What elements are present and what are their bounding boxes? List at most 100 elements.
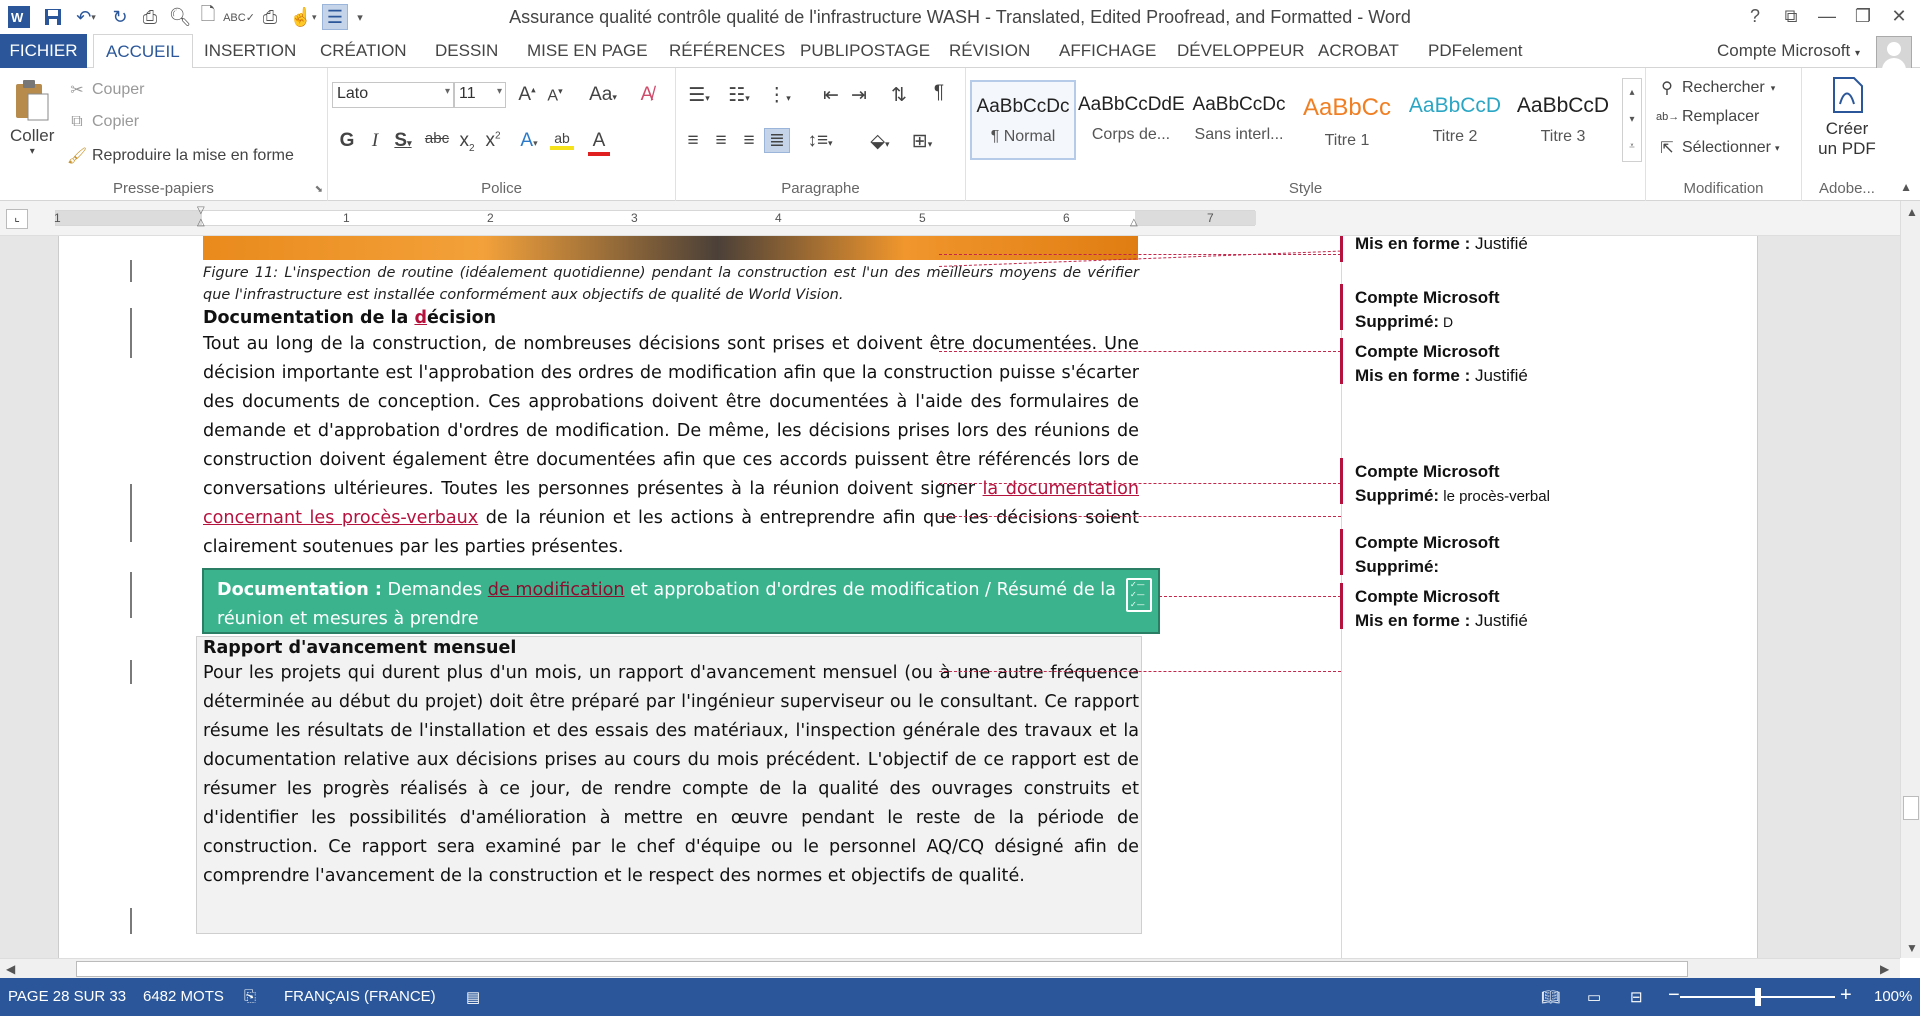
style-item[interactable]: AaBbCcDc Sans interl...: [1186, 80, 1292, 160]
bold-icon[interactable]: G: [334, 130, 360, 152]
highlight-color-icon[interactable]: ab: [550, 130, 574, 150]
superscript-icon[interactable]: x2: [480, 130, 506, 152]
styles-scroll[interactable]: ▴ ▾ ⩡: [1622, 78, 1642, 162]
create-pdf-button[interactable]: Créer un PDF: [1802, 76, 1892, 159]
bullets-icon[interactable]: ☰▾: [682, 84, 716, 107]
format-painter-button[interactable]: 🖌︎ Reproduire la mise en forme: [66, 146, 294, 166]
align-right-icon[interactable]: ≡: [736, 130, 762, 152]
clipboard-launcher-icon[interactable]: ⬊: [315, 184, 323, 195]
style-item[interactable]: AaBbCcD Titre 2: [1402, 80, 1508, 160]
text-effects-icon[interactable]: A▾: [516, 130, 542, 152]
line-spacing-icon[interactable]: ↕≡▾: [802, 130, 838, 152]
scroll-right-icon[interactable]: ▶: [1880, 962, 1889, 976]
borders-icon[interactable]: ⊞▾: [904, 130, 940, 153]
horizontal-scroll-thumb[interactable]: [76, 961, 1688, 977]
italic-icon[interactable]: I: [362, 130, 388, 152]
copy-button[interactable]: ⧉ Copier: [66, 113, 139, 131]
scroll-left-icon[interactable]: ◀: [6, 962, 15, 976]
style-item[interactable]: AaBbCcDc ¶ Normal: [970, 80, 1076, 160]
align-left-icon[interactable]: ≡: [680, 130, 706, 152]
tab-affichage[interactable]: AFFICHAGE: [1047, 34, 1168, 68]
tab-publipostage[interactable]: PUBLIPOSTAGE: [788, 34, 942, 68]
sort-icon[interactable]: ⇅: [886, 84, 912, 107]
first-line-indent-marker[interactable]: ▽: [197, 205, 205, 216]
language-indicator[interactable]: FRANÇAIS (FRANCE): [284, 988, 436, 1005]
read-mode-icon[interactable]: 📖︎: [1541, 988, 1560, 1006]
revision-comment[interactable]: Compte Microsoft Supprimé: le procès-ver…: [1355, 460, 1550, 509]
tab-revision[interactable]: RÉVISION: [937, 34, 1042, 68]
vertical-scrollbar[interactable]: ▲ ▼: [1900, 201, 1920, 958]
horizontal-ruler[interactable]: 1 1 2 3 4 5 6 7 ▽ △ △: [54, 205, 1256, 228]
tab-fichier[interactable]: FICHIER: [0, 34, 87, 68]
zoom-slider-thumb[interactable]: [1755, 988, 1761, 1006]
zoom-in-button[interactable]: +: [1840, 984, 1852, 1007]
tab-developpeur[interactable]: DÉVELOPPEUR: [1165, 34, 1317, 68]
left-indent-marker[interactable]: △: [197, 217, 205, 228]
tab-creation[interactable]: CRÉATION: [308, 34, 419, 68]
revision-comment[interactable]: Mis en forme : Justifié: [1355, 236, 1528, 256]
shading-icon[interactable]: ⬙▾: [862, 130, 898, 153]
style-item[interactable]: AaBbCcD Titre 3: [1510, 80, 1616, 160]
account-name[interactable]: Compte Microsoft ▾: [1717, 34, 1860, 71]
close-button[interactable]: ✕: [1881, 2, 1917, 30]
tab-references[interactable]: RÉFÉRENCES: [657, 34, 797, 68]
minimize-button[interactable]: —: [1809, 2, 1845, 30]
increase-indent-icon[interactable]: ⇥: [846, 84, 872, 107]
cut-button[interactable]: ✂ Couper: [66, 80, 144, 100]
tab-mise-en-page[interactable]: MISE EN PAGE: [515, 34, 660, 68]
tab-dessin[interactable]: DESSIN: [423, 34, 510, 68]
vertical-scroll-thumb[interactable]: [1903, 796, 1919, 820]
print-layout-icon[interactable]: ▭: [1587, 988, 1601, 1006]
scissors-icon: ✂: [70, 82, 84, 99]
tab-insertion[interactable]: INSERTION: [192, 34, 308, 68]
decrease-indent-icon[interactable]: ⇤: [818, 84, 844, 107]
page-count[interactable]: PAGE 28 SUR 33: [8, 988, 126, 1005]
horizontal-scrollbar[interactable]: ◀ ▶: [0, 958, 1900, 978]
restore-button[interactable]: ❐: [1845, 2, 1881, 30]
tab-acrobat[interactable]: ACROBAT: [1306, 34, 1411, 68]
grow-font-icon[interactable]: A▴: [514, 84, 540, 106]
scroll-up-icon[interactable]: ▲: [1906, 205, 1918, 219]
tab-accueil[interactable]: ACCUEIL: [93, 34, 193, 69]
track-changes-icon[interactable]: ▤: [466, 988, 480, 1006]
style-item[interactable]: AaBbCcDdE Corps de...: [1078, 80, 1184, 160]
numbering-icon[interactable]: ☷▾: [722, 84, 756, 107]
ribbon-display-options-icon[interactable]: ⧉: [1773, 2, 1809, 30]
multilevel-list-icon[interactable]: ⋮▾: [762, 84, 796, 107]
revision-comment[interactable]: Compte Microsoft Mis en forme : Justifié: [1355, 340, 1528, 388]
shrink-font-icon[interactable]: A▾: [542, 86, 568, 105]
change-case-icon[interactable]: Aa▾: [583, 84, 623, 106]
proofing-icon[interactable]: ⎘: [244, 988, 256, 1005]
style-item[interactable]: AaBbCc Titre 1: [1294, 80, 1400, 160]
font-name-combo[interactable]: Lato ▾: [332, 82, 454, 108]
subscript-icon[interactable]: x2: [454, 130, 480, 154]
underline-icon[interactable]: S▾: [390, 130, 416, 152]
zoom-level[interactable]: 100%: [1874, 988, 1912, 1005]
scroll-down-icon[interactable]: ▼: [1906, 941, 1918, 955]
clear-formatting-icon[interactable]: A̸: [634, 84, 660, 106]
font-color-icon[interactable]: A: [588, 130, 610, 156]
help-button[interactable]: ?: [1737, 2, 1773, 30]
replace-button[interactable]: ab→ Remplacer: [1656, 108, 1759, 126]
figure-image[interactable]: [203, 236, 1138, 260]
tab-pdfelement[interactable]: PDFelement: [1416, 34, 1534, 68]
web-layout-icon[interactable]: ⊟: [1630, 988, 1643, 1006]
zoom-out-button[interactable]: −: [1668, 984, 1680, 1007]
show-formatting-icon[interactable]: ¶: [926, 82, 952, 104]
strikethrough-icon[interactable]: abc: [424, 130, 450, 147]
revision-comment[interactable]: Compte Microsoft Supprimé:: [1355, 531, 1500, 579]
paste-button[interactable]: Coller ▾: [10, 78, 54, 157]
font-size-combo[interactable]: 11 ▾: [454, 82, 506, 108]
align-center-icon[interactable]: ≡: [708, 130, 734, 152]
revision-comment[interactable]: Compte Microsoft Supprimé: D: [1355, 286, 1500, 334]
revision-comment[interactable]: Compte Microsoft Mis en forme : Justifié: [1355, 585, 1528, 633]
justify-icon[interactable]: ≣: [764, 128, 790, 153]
tab-selector-icon[interactable]: ⌞: [6, 209, 28, 229]
word-count[interactable]: 6482 MOTS: [143, 988, 224, 1005]
avatar[interactable]: [1876, 36, 1912, 72]
right-indent-marker[interactable]: △: [1130, 217, 1138, 228]
collapse-ribbon-icon[interactable]: ▲: [1900, 180, 1912, 194]
find-button[interactable]: ⚲ Rechercher ▾: [1656, 78, 1775, 98]
document-page[interactable]: Figure 11: L'inspection de routine (idéa…: [58, 236, 1758, 958]
select-button[interactable]: ⇱ Sélectionner ▾: [1656, 138, 1779, 158]
